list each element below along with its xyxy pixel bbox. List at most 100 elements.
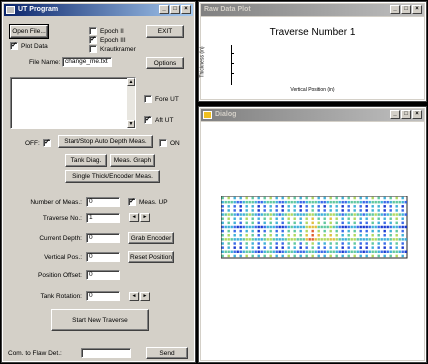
vertical-pos-input[interactable]: 0: [86, 252, 120, 262]
dialog-titlebar[interactable]: Dialog _ □ ×: [201, 109, 424, 121]
heatmap-cell: [377, 234, 380, 237]
heatmap-cell: [311, 213, 314, 216]
heatmap-cell: [395, 254, 398, 258]
heatmap-cell: [323, 246, 326, 249]
heatmap-cell: [263, 246, 266, 249]
minimize-icon[interactable]: _: [390, 110, 400, 119]
epoch2-checkbox[interactable]: Epoch II: [89, 27, 124, 35]
fore-ut-box[interactable]: [144, 95, 152, 103]
heatmap-cell: [350, 225, 353, 229]
epoch2-box[interactable]: [89, 27, 97, 35]
heatmap-cell: [308, 225, 311, 229]
heatmap-cell: [344, 250, 347, 254]
open-file-button[interactable]: Open File...: [9, 24, 49, 39]
tank-rotation-input[interactable]: 0: [86, 291, 120, 301]
plot-data-checkbox[interactable]: ✓ Plot Data: [10, 42, 48, 50]
off-checkbox[interactable]: ✓: [43, 139, 51, 147]
heatmap-cell: [269, 225, 272, 229]
heatmap-cell: [329, 250, 332, 254]
traverse-decrement-icon[interactable]: ◄: [129, 213, 139, 222]
maximize-icon[interactable]: □: [401, 110, 411, 119]
heatmap-cell: [239, 213, 242, 216]
grab-encoder-button[interactable]: Grab Encoder: [128, 232, 174, 244]
raw-data-plot-titlebar[interactable]: Raw Data Plot _ □ ×: [201, 4, 424, 16]
fore-ut-checkbox[interactable]: Fore UT: [144, 95, 179, 103]
send-button[interactable]: Send: [146, 347, 188, 359]
start-new-traverse-button[interactable]: Start New Traverse: [51, 309, 149, 331]
close-icon[interactable]: ×: [181, 5, 191, 14]
single-thick-encoder-button[interactable]: Single Thick/Encoder Meas.: [65, 170, 160, 183]
current-depth-input[interactable]: 0: [86, 233, 120, 243]
tank-diag-button[interactable]: Tank Diag.: [65, 154, 107, 167]
com-to-flaw-det-input[interactable]: [81, 348, 131, 358]
heatmap-cell: [389, 254, 392, 258]
plot-data-box[interactable]: ✓: [10, 42, 18, 50]
heatmap-cell: [290, 238, 293, 241]
heatmap-cell: [293, 225, 296, 229]
heatmap-cell: [239, 229, 242, 233]
krautkramer-box[interactable]: [89, 45, 97, 53]
log-textarea[interactable]: ▲ ▼: [10, 77, 136, 129]
position-offset-input[interactable]: 0: [86, 270, 120, 280]
heatmap-cell: [353, 205, 356, 208]
traverse-increment-icon[interactable]: ►: [140, 213, 150, 222]
heatmap-cell: [377, 229, 380, 233]
scroll-down-icon[interactable]: ▼: [127, 120, 135, 128]
close-icon[interactable]: ×: [412, 110, 422, 119]
heatmap-cell: [341, 238, 344, 241]
heatmap-cell: [275, 242, 278, 245]
epoch3-checkbox[interactable]: ✓ Epoch III: [89, 36, 126, 44]
meas-graph-button[interactable]: Meas. Graph: [110, 154, 155, 167]
tank-rotation-label: Tank Rotation:: [40, 293, 82, 300]
heatmap-cell: [287, 213, 290, 216]
start-stop-auto-depth-button[interactable]: Start/Stop Auto Depth Meas.: [58, 135, 153, 148]
minimize-icon[interactable]: _: [390, 5, 400, 14]
heatmap-cell: [260, 213, 263, 216]
meas-up-checkbox[interactable]: ✓ Meas. UP: [128, 198, 168, 206]
heatmap-cell: [263, 217, 266, 220]
rotation-decrement-icon[interactable]: ◄: [129, 292, 139, 301]
heatmap-cell: [275, 234, 278, 237]
heatmap-cell: [275, 221, 278, 225]
heatmap-cell: [245, 250, 248, 254]
aft-ut-checkbox[interactable]: ✓ Aft UT: [144, 116, 173, 124]
file-name-input[interactable]: change_me.txt: [62, 57, 112, 67]
heatmap-cell: [356, 213, 359, 216]
on-checkbox[interactable]: [159, 139, 167, 147]
reset-position-button[interactable]: Reset Position: [128, 251, 174, 263]
exit-button[interactable]: EXIT: [146, 25, 184, 38]
heatmap-cell: [365, 229, 368, 233]
traverse-no-input[interactable]: 1: [86, 213, 120, 223]
heatmap-cell: [368, 250, 371, 254]
options-button[interactable]: Options: [146, 57, 184, 69]
heatmap-cell: [377, 217, 380, 220]
heatmap-cell: [233, 242, 236, 245]
maximize-icon[interactable]: □: [401, 5, 411, 14]
aft-ut-box[interactable]: ✓: [144, 116, 152, 124]
heatmap-cell: [401, 246, 404, 249]
meas-up-box[interactable]: ✓: [128, 198, 136, 206]
ut-program-titlebar[interactable]: UT Program _ □ ×: [4, 4, 193, 16]
heatmap-cell: [383, 246, 386, 249]
maximize-icon[interactable]: □: [170, 5, 180, 14]
epoch3-box[interactable]: ✓: [89, 36, 97, 44]
heatmap-cell: [263, 213, 266, 216]
heatmap-cell: [395, 196, 398, 200]
minimize-icon[interactable]: _: [159, 5, 169, 14]
heatmap-cell: [299, 238, 302, 241]
krautkramer-checkbox[interactable]: Krautkramer: [89, 45, 136, 53]
heatmap-cell: [239, 242, 242, 245]
plot-y-axis: [231, 45, 232, 85]
scroll-up-icon[interactable]: ▲: [127, 78, 135, 86]
num-meas-input[interactable]: 0: [86, 197, 120, 207]
log-scrollbar[interactable]: ▲ ▼: [127, 78, 135, 128]
rotation-increment-icon[interactable]: ►: [140, 292, 150, 301]
heatmap-cell: [251, 254, 254, 258]
heatmap-cell: [317, 213, 320, 216]
heatmap-cell: [305, 217, 308, 220]
heatmap-cell: [275, 238, 278, 241]
heatmap-cell: [227, 234, 230, 237]
heatmap-cell: [251, 246, 254, 249]
heatmap-cell: [269, 200, 272, 204]
close-icon[interactable]: ×: [412, 5, 422, 14]
